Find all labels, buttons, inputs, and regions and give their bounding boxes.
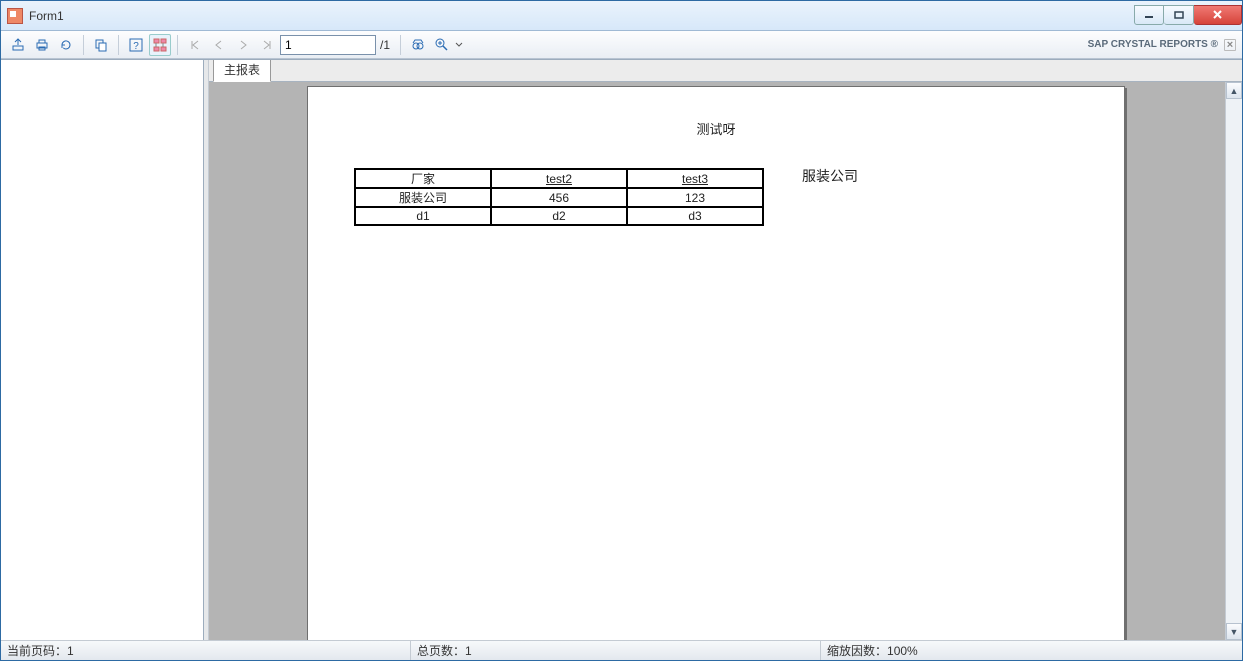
refresh-icon — [58, 37, 74, 53]
table-row: d1 d2 d3 — [355, 207, 763, 225]
table-row: 厂家 test2 test3 — [355, 169, 763, 188]
statusbar: 当前页码： 1 总页数： 1 缩放因数： 100% — [1, 640, 1242, 660]
table-row: 服装公司 456 123 — [355, 188, 763, 207]
first-page-button[interactable] — [184, 34, 206, 56]
window-buttons — [1134, 6, 1242, 26]
close-button[interactable] — [1194, 5, 1242, 25]
zoom-dropdown-icon[interactable] — [455, 37, 463, 53]
copy-button[interactable] — [90, 34, 112, 56]
table-cell: d3 — [627, 207, 763, 225]
status-total-pages-label: 总页数： — [417, 642, 465, 659]
status-current-page-label: 当前页码： — [7, 642, 67, 659]
group-tree-panel[interactable] — [1, 60, 204, 640]
tab-main-report[interactable]: 主报表 — [213, 59, 271, 82]
scroll-track[interactable] — [1226, 99, 1242, 623]
toolbar-separator — [400, 35, 401, 55]
table-header-cell: test3 — [627, 169, 763, 188]
maximize-icon — [1174, 10, 1184, 20]
toolbar-separator — [83, 35, 84, 55]
group-tree-icon — [152, 37, 168, 53]
tabstrip: 主报表 — [209, 60, 1242, 82]
prev-page-button[interactable] — [208, 34, 230, 56]
next-page-icon — [237, 39, 249, 51]
maximize-button[interactable] — [1164, 5, 1194, 25]
print-icon — [34, 37, 50, 53]
close-icon — [1212, 9, 1223, 20]
page-number-input[interactable] — [280, 35, 376, 55]
table-cell: d1 — [355, 207, 491, 225]
minimize-button[interactable] — [1134, 5, 1164, 25]
branding: SAP CRYSTAL REPORTS ® × — [1088, 39, 1236, 51]
status-current-page: 当前页码： 1 — [1, 641, 411, 660]
copy-icon — [93, 37, 109, 53]
branding-text: SAP CRYSTAL REPORTS ® — [1088, 39, 1218, 50]
branding-close-icon[interactable]: × — [1224, 39, 1236, 51]
status-zoom-value: 100% — [887, 644, 918, 658]
table-header-cell: test2 — [491, 169, 627, 188]
zoom-icon — [434, 37, 450, 53]
last-page-button[interactable] — [256, 34, 278, 56]
status-total-pages-value: 1 — [465, 644, 472, 658]
export-button[interactable] — [7, 34, 29, 56]
status-zoom-label: 缩放因数： — [827, 642, 887, 659]
export-icon — [10, 37, 26, 53]
refresh-button[interactable] — [55, 34, 77, 56]
status-current-page-value: 1 — [67, 644, 74, 658]
toggle-parameters-button[interactable]: ? — [125, 34, 147, 56]
status-zoom: 缩放因数： 100% — [821, 641, 1242, 660]
print-button[interactable] — [31, 34, 53, 56]
toolbar-separator — [177, 35, 178, 55]
page-total-label: /1 — [380, 38, 390, 52]
find-icon — [410, 37, 426, 53]
first-page-icon — [189, 39, 201, 51]
next-page-button[interactable] — [232, 34, 254, 56]
zoom-button[interactable] — [431, 34, 453, 56]
app-window: Form1 ? — [0, 0, 1243, 661]
toolbar: ? /1 SAP CRYSTAL REPORTS ® × — [1, 31, 1242, 59]
report-area: 主报表 测试呀 厂家 test2 test3 服装公司 — [209, 60, 1242, 640]
table-cell: 456 — [491, 188, 627, 207]
parameters-icon: ? — [128, 37, 144, 53]
vertical-scrollbar[interactable]: ▲ ▼ — [1225, 82, 1242, 640]
minimize-icon — [1144, 10, 1154, 20]
find-button[interactable] — [407, 34, 429, 56]
svg-text:?: ? — [133, 41, 139, 52]
prev-page-icon — [213, 39, 225, 51]
report-title: 测试呀 — [308, 119, 1124, 138]
table-header-cell: 厂家 — [355, 169, 491, 188]
toolbar-separator — [118, 35, 119, 55]
titlebar[interactable]: Form1 — [1, 1, 1242, 31]
status-total-pages: 总页数： 1 — [411, 641, 821, 660]
scroll-down-icon[interactable]: ▼ — [1226, 623, 1242, 640]
app-icon — [7, 8, 23, 24]
report-table: 厂家 test2 test3 服装公司 456 123 d1 — [354, 168, 764, 226]
table-cell: 123 — [627, 188, 763, 207]
report-side-label: 服装公司 — [802, 166, 858, 186]
body-area: 主报表 测试呀 厂家 test2 test3 服装公司 — [1, 59, 1242, 640]
toggle-group-tree-button[interactable] — [149, 34, 171, 56]
table-cell: 服装公司 — [355, 188, 491, 207]
window-title: Form1 — [29, 9, 64, 23]
last-page-icon — [261, 39, 273, 51]
scroll-up-icon[interactable]: ▲ — [1226, 82, 1242, 99]
report-viewer[interactable]: 测试呀 厂家 test2 test3 服装公司 456 123 — [209, 82, 1242, 640]
report-page: 测试呀 厂家 test2 test3 服装公司 456 123 — [307, 86, 1125, 640]
table-cell: d2 — [491, 207, 627, 225]
